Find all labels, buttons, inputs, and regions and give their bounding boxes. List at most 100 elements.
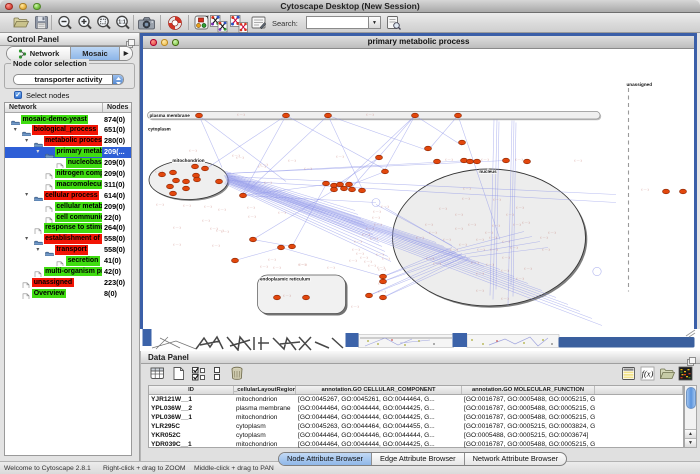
tab-node-attribute-browser[interactable]: Node Attribute Browser xyxy=(279,453,371,465)
network-window-title: primary metabolic process xyxy=(143,36,694,48)
table-column-header[interactable]: _cellularLayoutRegion xyxy=(234,386,296,394)
node-label: (··-··) xyxy=(260,265,267,269)
table-row[interactable]: YDR039C__1mitochondrion[GO:0044464, GO:0… xyxy=(149,440,683,449)
tree-row-label[interactable]: primary metabo xyxy=(55,147,103,157)
tree-row-label[interactable]: transport xyxy=(55,245,88,255)
tree-row[interactable]: multi-organism pro42(0) xyxy=(5,266,131,277)
tree-row-label[interactable]: cellular metabo xyxy=(55,202,103,212)
tree-row[interactable]: cell communicat22(0) xyxy=(5,212,131,223)
document-icon xyxy=(34,224,42,234)
float-panel-icon[interactable] xyxy=(126,35,135,44)
table-row[interactable]: YPL036W__1mitochondrion[GO:0044464, GO:0… xyxy=(149,413,683,422)
tree-row-label[interactable]: metabolic process xyxy=(44,136,103,146)
float-panel-icon[interactable] xyxy=(687,353,696,362)
tree-expand-icon[interactable]: ▾ xyxy=(25,235,28,242)
import-attributes-icon[interactable] xyxy=(659,366,675,386)
tree-row-label[interactable]: cell communicat xyxy=(55,213,103,223)
node-label: (··-··) xyxy=(298,263,305,267)
scroll-down-button[interactable]: ▼ xyxy=(685,438,696,447)
tree-row[interactable]: nitrogen compo209(0) xyxy=(5,168,131,179)
table-scrollbar[interactable]: ▲ ▼ xyxy=(684,385,697,448)
tree-row[interactable]: response to stimul264(0) xyxy=(5,223,131,234)
tree-row-node-count: 8(0) xyxy=(104,289,117,299)
tree-row[interactable]: unassigned223(0) xyxy=(5,277,131,288)
mitochondrion-label: mitochondrion xyxy=(172,158,204,163)
tree-row-label[interactable]: mosaic-demo-yeast xyxy=(21,115,88,125)
function-builder-icon[interactable]: f(x) xyxy=(640,366,655,386)
tree-row[interactable]: ▾primary metabo209(... xyxy=(5,147,131,158)
tree-row[interactable]: ▾metabolic process280(0) xyxy=(5,136,131,147)
node-label: (··-··) xyxy=(416,236,423,240)
tree-expand-icon[interactable]: ▾ xyxy=(25,191,28,198)
attribute-batch-icon[interactable] xyxy=(621,366,636,386)
node-color-dropdown[interactable]: transporter activity xyxy=(13,74,124,85)
tree-row[interactable]: secretion41(0) xyxy=(5,256,131,267)
network-node xyxy=(382,169,389,174)
scroll-up-button[interactable]: ▲ xyxy=(685,429,696,438)
tree-expand-icon[interactable]: ▾ xyxy=(36,148,39,155)
tab-overflow-button[interactable]: ▶ xyxy=(119,47,132,60)
new-attribute-icon[interactable] xyxy=(171,366,186,386)
table-column-header[interactable]: annotation.GO CELLULAR_COMPONENT xyxy=(296,386,462,394)
tree-row-label[interactable]: nitrogen compo xyxy=(55,169,103,179)
network-minimize-button[interactable] xyxy=(161,39,168,46)
table-icon[interactable] xyxy=(150,366,165,386)
table-column-header[interactable]: ID xyxy=(149,386,234,394)
tree-row[interactable]: mosaic-demo-yeast874(0) xyxy=(5,114,131,125)
tab-edge-attribute-browser[interactable]: Edge Attribute Browser xyxy=(371,453,464,465)
tree-row[interactable]: ▾biological_process651(0) xyxy=(5,125,131,136)
table-row[interactable]: YLR295Ccytoplasm[GO:0045263, GO:0044464,… xyxy=(149,422,683,431)
network-node xyxy=(167,184,174,189)
delete-attribute-icon[interactable] xyxy=(229,365,245,386)
select-attributes-icon[interactable] xyxy=(191,366,207,386)
network-window-titlebar[interactable]: primary metabolic process xyxy=(143,36,694,49)
data-panel-header: Data Panel xyxy=(141,351,700,364)
tree-expand-icon[interactable]: ▾ xyxy=(25,137,28,144)
unselect-attributes-icon[interactable] xyxy=(212,366,224,386)
table-column-header[interactable] xyxy=(595,386,683,394)
tree-expand-icon[interactable]: ▾ xyxy=(36,246,39,253)
node-label: (··-··) xyxy=(489,236,496,240)
select-nodes-checkbox[interactable]: ✓ xyxy=(14,91,22,99)
attribute-browser-tabs: Node Attribute BrowserEdge Attribute Bro… xyxy=(278,452,567,466)
network-zoom-button[interactable] xyxy=(172,39,179,46)
tree-row-label[interactable]: macromolecule xyxy=(55,180,103,190)
tree-row-label[interactable]: secretion xyxy=(66,256,100,266)
table-row[interactable]: YKR052Ccytoplasm[GO:0044464, GO:0044446,… xyxy=(149,431,683,440)
tree-expand-icon[interactable]: ▾ xyxy=(14,126,17,133)
tree-row-label[interactable]: nucleobase- xyxy=(66,158,102,168)
table-row[interactable]: YJR121W__1mitochondrion[GO:0045267, GO:0… xyxy=(149,395,683,404)
tree-row-label[interactable]: multi-organism pro xyxy=(44,267,103,277)
tree-row-label[interactable]: cellular process xyxy=(44,191,99,201)
matrix-icon[interactable] xyxy=(678,366,693,386)
tree-row[interactable]: nucleobase-209(0) xyxy=(5,158,131,169)
table-column-header[interactable]: annotation.GO MOLECULAR_FUNCTION xyxy=(462,386,595,394)
tree-row-label[interactable]: response to stimul xyxy=(44,223,103,233)
table-row[interactable]: YPL036W__2plasma membrane[GO:0044464, GO… xyxy=(149,404,683,413)
table-cell: [GO:0044464, GO:0044444, GO:0044425, G..… xyxy=(296,413,462,422)
tree-row[interactable]: Overview 8(0) xyxy=(5,288,131,299)
network-close-button[interactable] xyxy=(150,39,157,46)
tree-row[interactable]: ▾cellular process614(0) xyxy=(5,190,131,201)
network-canvas[interactable]: (··-··) (··-··) (··-··) (··-··) (··-··) (··-·… xyxy=(143,49,694,342)
tree-row[interactable]: cellular metabo209(0) xyxy=(5,201,131,212)
tree-row-label[interactable]: biological_process xyxy=(32,125,97,135)
node-label: (··-··) xyxy=(516,206,523,210)
tree-row[interactable]: ▾establishment of lo558(0) xyxy=(5,234,131,245)
network-node xyxy=(467,159,474,164)
search-input[interactable] xyxy=(306,16,369,29)
network-node xyxy=(274,295,281,300)
tree-row[interactable]: ▾transport558(0) xyxy=(5,245,131,256)
tree-row-label[interactable]: unassigned xyxy=(32,278,73,288)
node-label: (··-··) xyxy=(232,154,239,158)
node-label: (··-··) xyxy=(381,205,388,209)
tree-row-label[interactable]: Overview xyxy=(32,289,66,299)
scrollbar-thumb[interactable] xyxy=(686,387,696,409)
tree-row-label[interactable]: establishment of lo xyxy=(44,234,103,244)
network-node xyxy=(323,181,330,186)
node-label: (··-··) xyxy=(304,167,311,171)
node-label: (··-··) xyxy=(462,197,469,201)
search-dropdown-button[interactable]: ▼ xyxy=(369,16,381,29)
tab-network-attribute-browser[interactable]: Network Attribute Browser xyxy=(464,453,566,465)
tree-row[interactable]: macromolecule311(0) xyxy=(5,179,131,190)
